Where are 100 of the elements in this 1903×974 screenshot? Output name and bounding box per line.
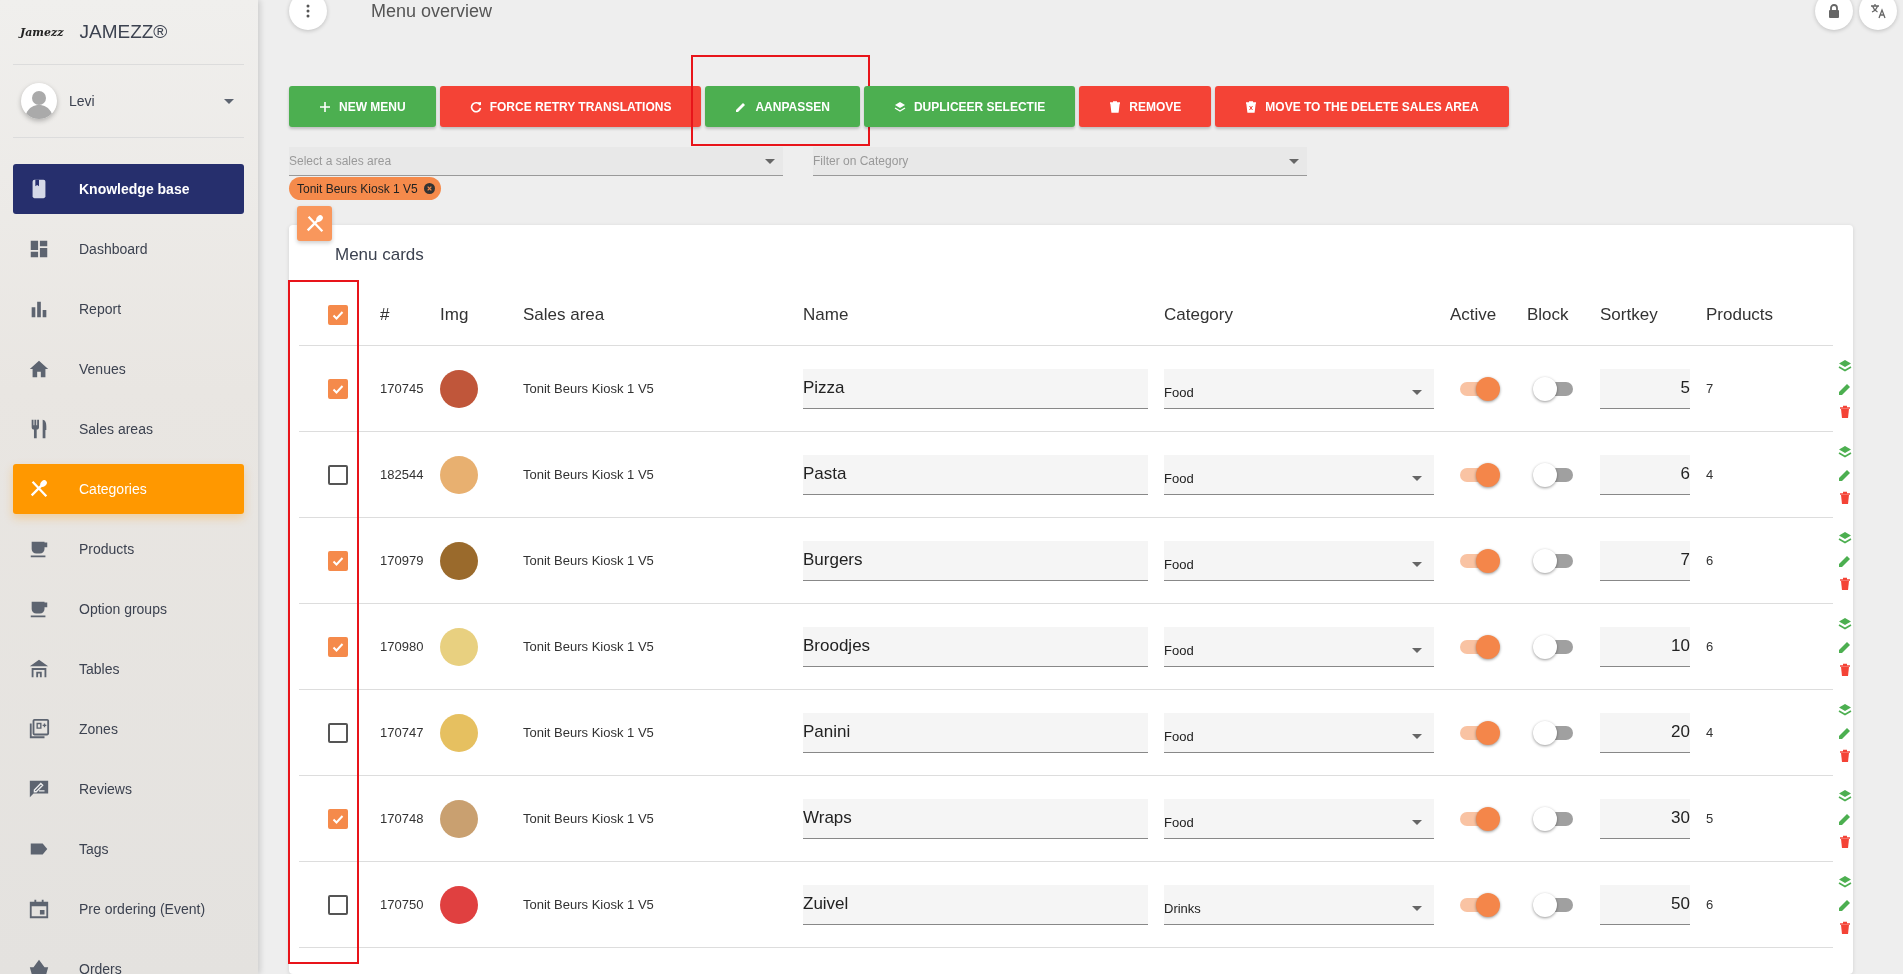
name-field[interactable]: Broodjes <box>803 626 1148 667</box>
delete-button[interactable] <box>1837 576 1852 591</box>
logo: Jamezz <box>20 25 64 39</box>
more-button[interactable] <box>289 0 327 30</box>
photo-placeholder <box>440 541 478 580</box>
layers-icon <box>1837 530 1852 545</box>
checkbox[interactable] <box>328 550 348 571</box>
nav-item[interactable]: Zones <box>13 704 244 754</box>
duplicate-button[interactable] <box>1837 702 1852 717</box>
duplicate-button[interactable] <box>1837 444 1852 459</box>
duplicate-button[interactable] <box>1837 616 1852 631</box>
name-field[interactable]: Burgers <box>803 540 1148 581</box>
category-select[interactable]: Food <box>1164 454 1434 495</box>
delete-button[interactable] <box>1837 920 1852 935</box>
checkbox[interactable] <box>328 636 348 657</box>
table-cell: 182544 <box>380 467 424 482</box>
sortkey-field[interactable]: 10 <box>1600 626 1690 667</box>
edit-button[interactable] <box>1837 811 1852 826</box>
action-button[interactable]: FORCE RETRY TRANSLATIONS <box>439 86 702 127</box>
checkbox[interactable] <box>328 808 348 829</box>
edit-button[interactable] <box>1837 725 1852 740</box>
nav-item[interactable]: Orders <box>13 944 244 974</box>
trash-icon <box>1837 576 1852 591</box>
duplicate-button[interactable] <box>1837 788 1852 803</box>
sortkey-field[interactable]: 5 <box>1600 368 1690 409</box>
category-select[interactable]: Drinks <box>1164 884 1434 925</box>
sortkey-field[interactable]: 7 <box>1600 540 1690 581</box>
category-select[interactable]: Food <box>1164 368 1434 409</box>
nav-item[interactable]: Venues <box>13 344 244 394</box>
sortkey-field[interactable]: 6 <box>1600 454 1690 495</box>
table-cell: Tonit Beurs Kiosk 1 V5 <box>523 811 654 826</box>
column-header: # <box>380 304 390 325</box>
sortkey-field[interactable]: 20 <box>1600 712 1690 753</box>
category-select[interactable]: Food <box>1164 712 1434 753</box>
lock-button[interactable] <box>1815 0 1853 30</box>
nav-item[interactable]: Reviews <box>13 764 244 814</box>
checkbox[interactable] <box>328 378 348 399</box>
action-button[interactable]: MOVE TO THE DELETE SALES AREA <box>1215 86 1509 127</box>
pencil-icon <box>1837 639 1852 654</box>
column-header: Img <box>440 304 469 325</box>
dashboard-icon <box>28 238 50 260</box>
name-field[interactable]: Pizza <box>803 368 1148 409</box>
caret-icon <box>1412 561 1422 567</box>
caret-icon <box>765 158 775 164</box>
nav-item[interactable]: Option groups <box>13 584 244 634</box>
sortkey-field[interactable]: 30 <box>1600 798 1690 839</box>
table-cell: Tonit Beurs Kiosk 1 V5 <box>523 897 654 912</box>
table-cell: 170748 <box>380 811 424 826</box>
delete-button[interactable] <box>1837 748 1852 763</box>
name-field[interactable]: Zuivel <box>803 884 1148 925</box>
pencil-icon <box>1837 553 1852 568</box>
nav-item[interactable]: Dashboard <box>13 224 244 274</box>
category-select[interactable]: Food <box>1164 540 1434 581</box>
translate-button[interactable] <box>1859 0 1897 30</box>
column-header: Products <box>1706 304 1774 325</box>
delete-button[interactable] <box>1837 404 1852 419</box>
nav-item[interactable]: Knowledge base <box>13 164 244 214</box>
duplicate-button[interactable] <box>1837 530 1852 545</box>
category-select[interactable]: Food <box>1164 798 1434 839</box>
caret-icon <box>1412 733 1422 739</box>
table-cell: 4 <box>1706 467 1714 482</box>
name-field[interactable]: Wraps <box>803 798 1148 839</box>
table-cell: Tonit Beurs Kiosk 1 V5 <box>523 553 654 568</box>
duplicate-button[interactable] <box>1837 358 1852 373</box>
name-field[interactable]: Panini <box>803 712 1148 753</box>
nav-item[interactable]: Pre ordering (Event) <box>13 884 244 934</box>
category-select[interactable]: Food <box>1164 626 1434 667</box>
edit-button[interactable] <box>1837 639 1852 654</box>
user-menu[interactable]: Levi <box>13 65 244 138</box>
name-field[interactable]: Pasta <box>803 454 1148 495</box>
checkbox[interactable] <box>328 894 348 915</box>
checkbox[interactable] <box>328 464 348 485</box>
checkbox[interactable] <box>328 722 348 743</box>
edit-button[interactable] <box>1837 381 1852 396</box>
caret-icon <box>224 98 234 104</box>
refresh-icon <box>469 100 482 113</box>
delete-button[interactable] <box>1837 662 1852 677</box>
nav-item[interactable]: Report <box>13 284 244 334</box>
checkbox[interactable] <box>328 304 348 325</box>
action-button[interactable]: REMOVE <box>1079 86 1212 127</box>
filter-chip[interactable]: Tonit Beurs Kiosk 1 V5 <box>289 177 441 200</box>
layers-icon <box>893 100 906 113</box>
nav-item[interactable]: Tags <box>13 824 244 874</box>
duplicate-button[interactable] <box>1837 874 1852 889</box>
nav-item[interactable]: Products <box>13 524 244 574</box>
stacked-squares-icon <box>28 718 50 740</box>
edit-button[interactable] <box>1837 553 1852 568</box>
table-cell: 170979 <box>380 553 424 568</box>
nav-item[interactable]: Sales areas <box>13 404 244 454</box>
user-name: Levi <box>69 93 96 109</box>
trash-icon <box>1245 100 1258 113</box>
column-header: Category <box>1164 304 1233 325</box>
nav-item[interactable]: Tables <box>13 644 244 694</box>
sortkey-field[interactable]: 50 <box>1600 884 1690 925</box>
pencil-icon <box>1837 467 1852 482</box>
layers-icon <box>1837 702 1852 717</box>
delete-button[interactable] <box>1837 834 1852 849</box>
delete-button[interactable] <box>1837 490 1852 505</box>
edit-button[interactable] <box>1837 897 1852 912</box>
edit-button[interactable] <box>1837 467 1852 482</box>
